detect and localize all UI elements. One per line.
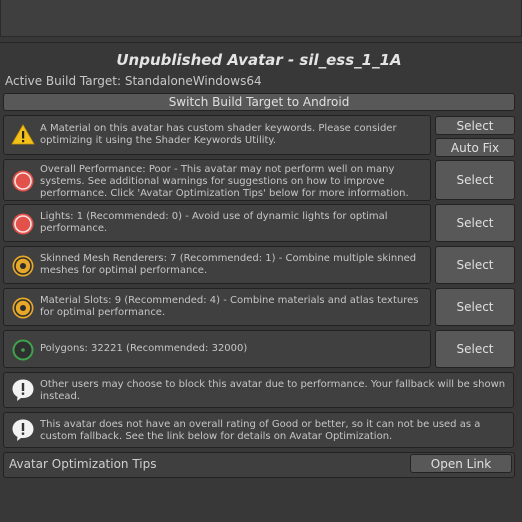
performance-good-icon	[12, 339, 34, 361]
optimization-tips-label: Avatar Optimization Tips	[9, 457, 157, 471]
select-button[interactable]: Select	[435, 204, 515, 242]
info-text: This avatar does not have an overall rat…	[40, 419, 481, 442]
auto-fix-button[interactable]: Auto Fix	[435, 138, 515, 157]
warning-icon	[11, 124, 35, 145]
switch-build-target-button[interactable]: Switch Build Target to Android	[3, 93, 515, 111]
info-icon	[12, 379, 34, 401]
message-text: Overall Performance: Poor - This avatar …	[40, 164, 409, 199]
info-icon	[12, 419, 34, 441]
previous-panel	[0, 0, 522, 37]
select-button[interactable]: Select	[435, 116, 515, 135]
message-text: A Material on this avatar has custom sha…	[40, 123, 397, 146]
performance-medium-icon	[12, 297, 34, 319]
shader-keywords-message: A Material on this avatar has custom sha…	[3, 115, 431, 155]
select-button[interactable]: Select	[435, 246, 515, 284]
select-button[interactable]: Select	[435, 330, 515, 368]
performance-poor-icon	[12, 170, 34, 192]
fallback-info: This avatar does not have an overall rat…	[3, 412, 514, 448]
open-link-button[interactable]: Open Link	[410, 454, 512, 473]
info-text: Other users may choose to block this ava…	[40, 379, 506, 402]
message-text: Material Slots: 9 (Recommended: 4) - Com…	[40, 295, 419, 318]
polygons-message: Polygons: 32221 (Recommended: 32000)	[3, 330, 431, 368]
skinned-mesh-renderers-message: Skinned Mesh Renderers: 7 (Recommended: …	[3, 246, 431, 284]
build-target-label: Active Build Target: StandaloneWindows64	[5, 74, 262, 88]
message-text: Lights: 1 (Recommended: 0) - Avoid use o…	[40, 211, 388, 234]
lights-message: Lights: 1 (Recommended: 0) - Avoid use o…	[3, 204, 431, 242]
message-text: Polygons: 32221 (Recommended: 32000)	[40, 343, 248, 354]
overall-performance-message: Overall Performance: Poor - This avatar …	[3, 159, 431, 201]
select-button[interactable]: Select	[435, 288, 515, 326]
performance-medium-icon	[12, 255, 34, 277]
separator	[0, 42, 522, 43]
page-title: Unpublished Avatar - sil_ess_1_1A	[116, 51, 402, 69]
select-button[interactable]: Select	[435, 160, 515, 200]
message-text: Skinned Mesh Renderers: 7 (Recommended: …	[40, 253, 417, 276]
performance-poor-icon	[12, 213, 34, 235]
material-slots-message: Material Slots: 9 (Recommended: 4) - Com…	[3, 288, 431, 326]
block-warning-info: Other users may choose to block this ava…	[3, 372, 514, 408]
